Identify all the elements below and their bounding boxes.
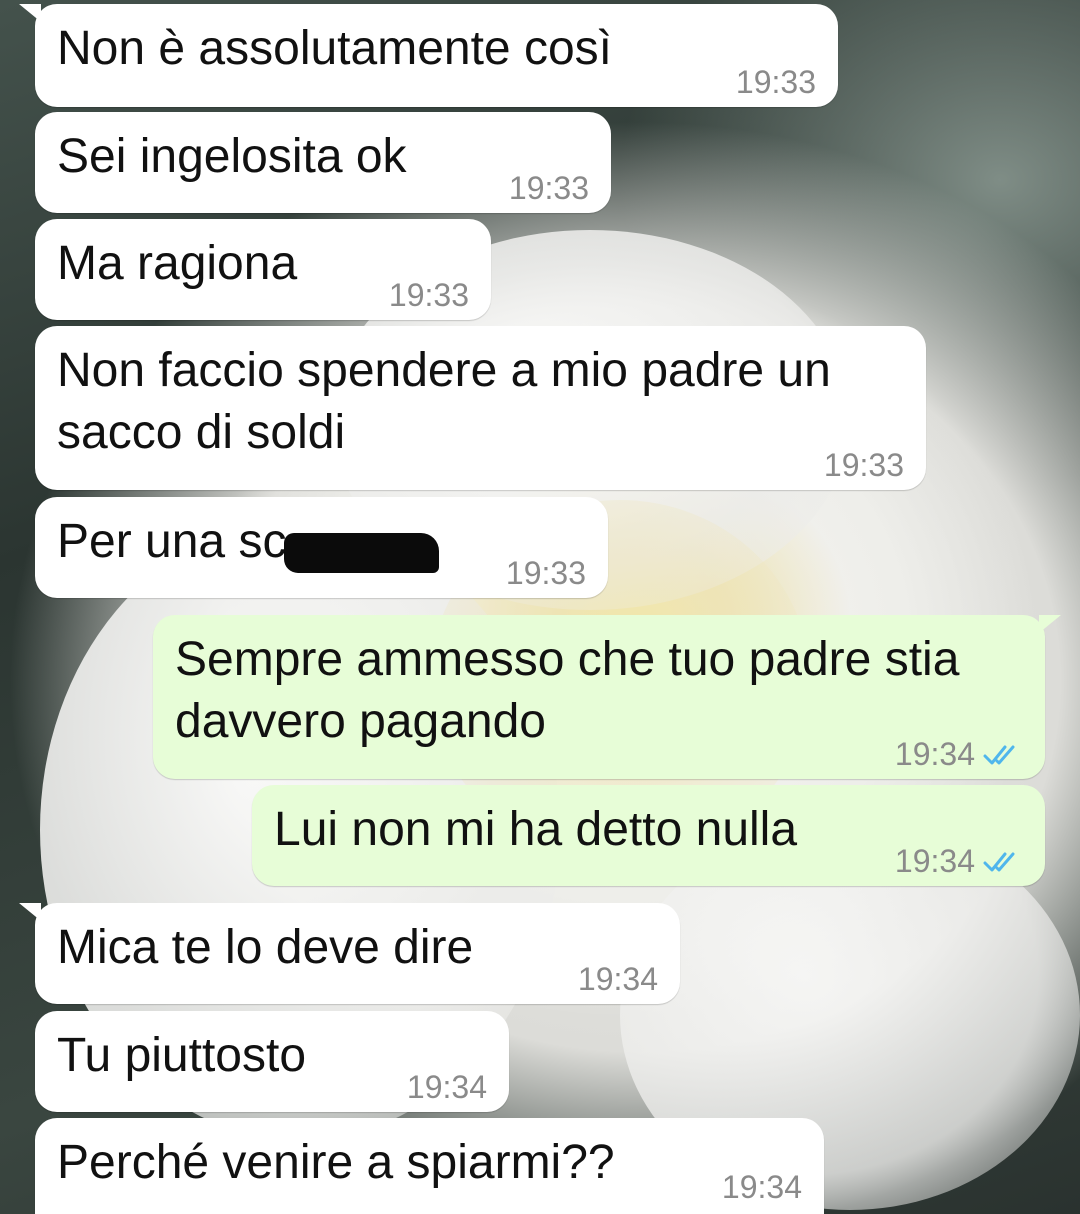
message-text: Per una sc [57,515,287,568]
message-meta: 19:34 [895,736,1023,773]
message-time: 19:34 [577,961,658,997]
double-check-read-icon [983,852,1015,871]
message-time: 19:34 [721,1169,802,1205]
message-meta: 19:33 [824,447,904,484]
message-text: Sei ingelosita ok [57,130,407,183]
message-meta: 19:34 [578,961,658,998]
message-bubble-incoming[interactable]: Non è assolutamente così 19:33 [19,4,838,107]
message-text: Lui non mi ha detto nulla [274,803,798,856]
message-meta: 19:33 [736,64,816,101]
message-bubble-incoming[interactable]: Sei ingelosita ok 19:33 [35,112,611,213]
message-meta: 19:33 [389,277,469,314]
message-meta: 19:33 [509,170,589,207]
message-text: Sempre ammesso che tuo padre stia davver… [175,633,960,748]
double-check-read-icon [983,745,1015,764]
message-bubble-incoming[interactable]: Perché venire a spiarmi?? 19:34 [35,1118,824,1214]
message-meta: 19:34 [407,1069,487,1106]
message-text: Tu piuttosto [57,1029,307,1082]
message-meta: 19:33 [506,555,586,592]
message-bubble-incoming[interactable]: Non faccio spendere a mio padre un sacco… [35,326,926,490]
message-bubble-outgoing[interactable]: Sempre ammesso che tuo padre stia davver… [153,615,1061,779]
message-time: 19:34 [894,736,975,772]
message-time: 19:33 [505,555,586,591]
message-text: Mica te lo deve dire [57,921,474,974]
message-meta: 19:34 [895,843,1023,880]
message-text: Non è assolutamente così [57,22,612,75]
message-time: 19:33 [735,64,816,100]
message-time: 19:34 [406,1069,487,1105]
chat-message-list[interactable]: Non è assolutamente così 19:33 Sei ingel… [0,0,1080,1214]
message-bubble-incoming[interactable]: Ma ragiona 19:33 [35,219,491,320]
message-text: Perché venire a spiarmi?? [57,1136,615,1189]
message-meta: 19:34 [722,1169,802,1206]
message-time: 19:33 [823,447,904,483]
message-text: Non faccio spendere a mio padre un sacco… [57,344,831,459]
message-text: Ma ragiona [57,237,298,290]
message-time: 19:33 [388,277,469,313]
message-time: 19:33 [508,170,589,206]
message-time: 19:34 [894,843,975,879]
message-bubble-incoming[interactable]: Mica te lo deve dire 19:34 [19,903,680,1004]
message-bubble-incoming[interactable]: Per una sc 19:33 [35,497,608,598]
redaction-mark [284,532,440,573]
message-bubble-outgoing[interactable]: Lui non mi ha detto nulla 19:34 [252,785,1045,886]
message-bubble-incoming[interactable]: Tu piuttosto 19:34 [35,1011,509,1112]
